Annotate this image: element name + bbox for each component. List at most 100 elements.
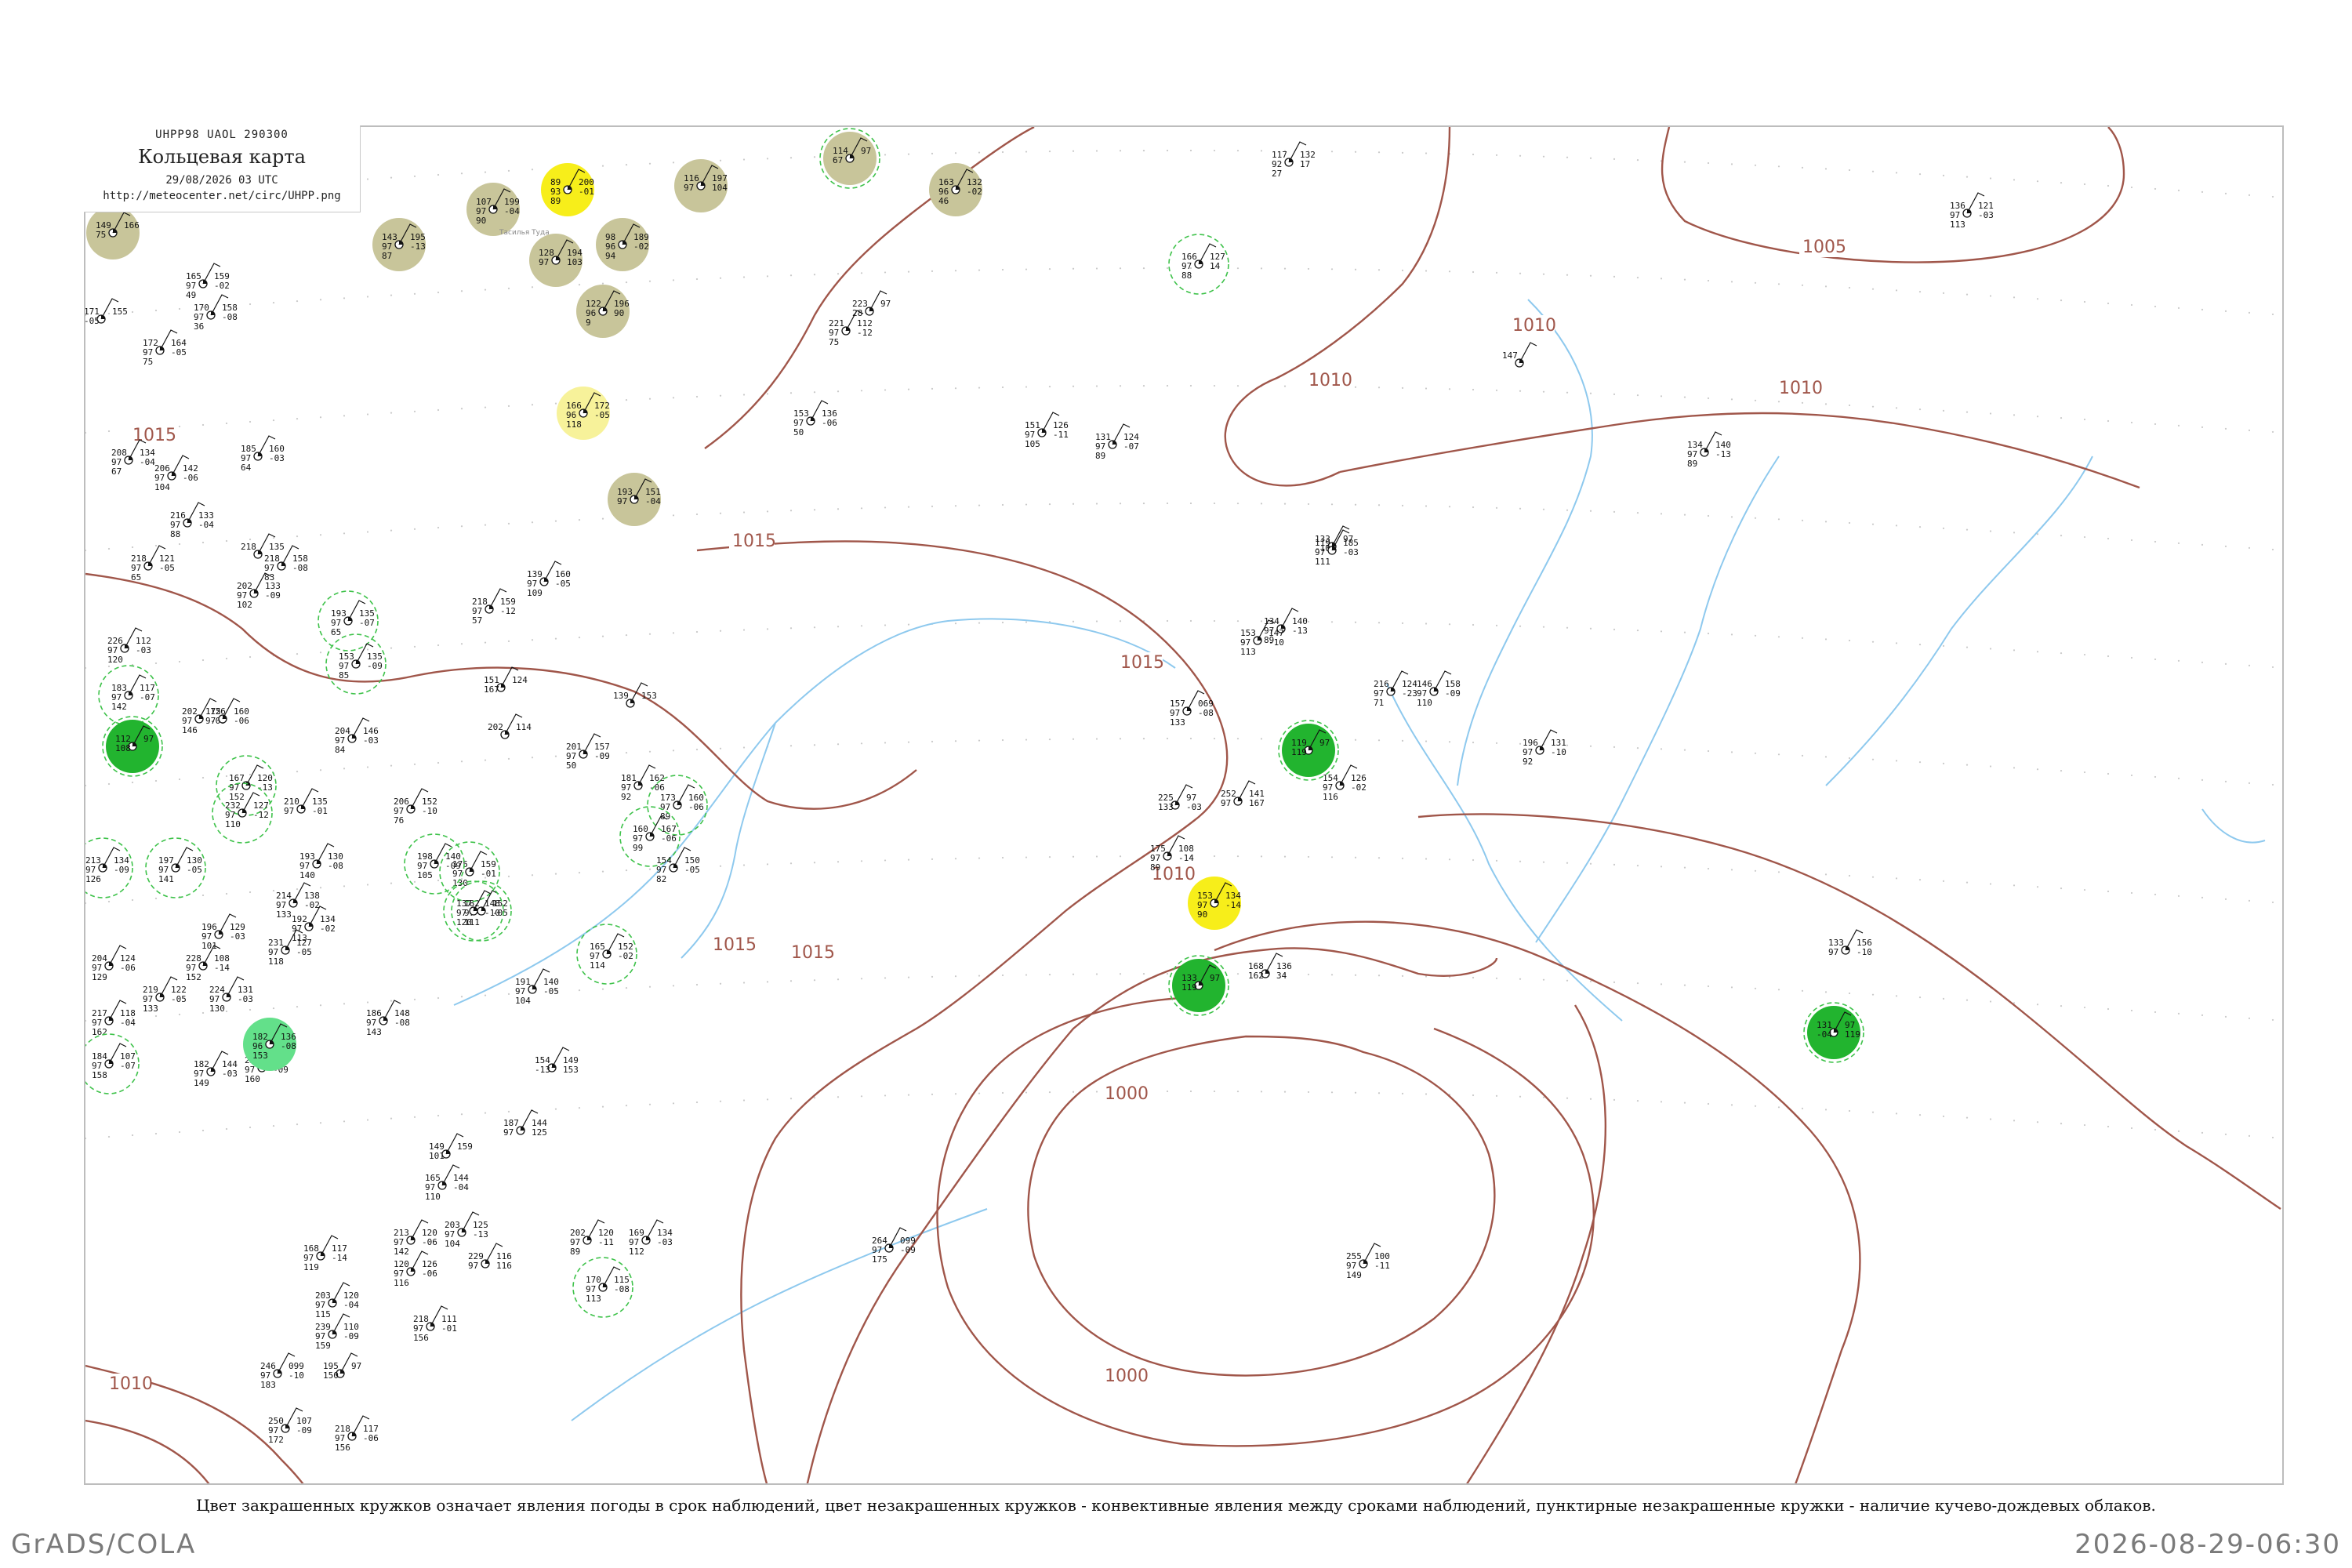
- station-plot[interactable]: 217 11897 -04162: [92, 1000, 136, 1037]
- station-plot[interactable]: 117 13292 1727: [1272, 141, 1316, 179]
- station-plot[interactable]: 226 11297 -03120: [107, 627, 151, 665]
- station-plot[interactable]: 182 13696 -08153: [243, 1018, 296, 1071]
- station-plot[interactable]: 171155-05: [85, 298, 128, 326]
- station-plot[interactable]: 169 13497 -03112: [629, 1219, 673, 1257]
- station-plot[interactable]: 193 15197 -04: [608, 473, 661, 526]
- station-plot[interactable]: 193 13597 -0765: [318, 590, 379, 652]
- station-plot[interactable]: 89 20093 -0189: [541, 163, 594, 216]
- station-plot[interactable]: 151 12697 -11105: [1025, 412, 1069, 449]
- map-url[interactable]: http://meteocenter.net/circ/UHPP.png: [84, 190, 360, 202]
- station-plot[interactable]: 206 14297 -06104: [154, 455, 198, 492]
- graticule-dot: [1330, 268, 1334, 270]
- station-plot[interactable]: 228 10897 -14152: [186, 945, 230, 982]
- station-plot[interactable]: 143 19597 -1387: [372, 218, 426, 271]
- station-plot[interactable]: 122 19696 909: [576, 285, 630, 338]
- station-plot[interactable]: 203 12597 -13104: [445, 1211, 488, 1249]
- station-plot[interactable]: 264 09997 -09175: [872, 1227, 916, 1265]
- station-plot[interactable]: 133 97119: [1168, 955, 1229, 1016]
- station-plot[interactable]: 139 16097 -05109: [527, 561, 571, 598]
- station-plot[interactable]: 154 15097 -0582: [656, 847, 700, 884]
- station-plot[interactable]: 218 11197 -01156: [413, 1305, 457, 1343]
- station-plot[interactable]: 203 12097 -04115: [315, 1282, 359, 1319]
- station-plot[interactable]: 146 15897 -09110: [1417, 670, 1461, 708]
- station-plot[interactable]: 250 10797 -09172: [268, 1407, 312, 1445]
- station-plot[interactable]: 255 10097 -11149: [1346, 1243, 1390, 1280]
- station-plot[interactable]: 151 124167: [484, 666, 528, 695]
- station-plot[interactable]: 114 9767: [819, 128, 880, 189]
- station-plot[interactable]: 170 11597 -08113: [572, 1257, 633, 1318]
- station-plot[interactable]: 252 14197 167: [1221, 780, 1265, 808]
- station-plot[interactable]: 195 97150: [323, 1352, 361, 1381]
- station-plot[interactable]: 165 15997 -0249: [186, 263, 230, 300]
- station-plot[interactable]: 206 15297 -1076: [394, 788, 437, 826]
- station-plot[interactable]: 239 11097 -09159: [315, 1313, 359, 1351]
- station-plot[interactable]: 131 97-04 119: [1803, 1002, 1864, 1063]
- station-plot[interactable]: 186 14897 -08143: [366, 1000, 410, 1037]
- station-plot[interactable]: 147: [1502, 342, 1537, 368]
- station-plot[interactable]: 182 14497 -03149: [194, 1051, 238, 1088]
- station-plot[interactable]: 229 11697 116: [468, 1243, 512, 1271]
- graticule-dot: [1918, 408, 1922, 411]
- graticule-dot: [695, 1101, 699, 1104]
- station-plot[interactable]: 116 19797 104: [674, 159, 728, 212]
- station-plot[interactable]: 134 14097 -1389: [1687, 431, 1731, 469]
- station-plot[interactable]: 218 11797 -06156: [335, 1415, 379, 1453]
- graticule-dot: [484, 641, 487, 644]
- station-plot[interactable]: 168 136162 34: [1248, 953, 1292, 981]
- station-plot[interactable]: 166 12797 1488: [1168, 234, 1229, 295]
- station-plot[interactable]: 107 19997 -0490Тасилья Туда: [466, 183, 550, 237]
- station-plot[interactable]: 153 13697 -0650: [793, 400, 837, 437]
- station-plot[interactable]: 168 11797 -14119: [303, 1235, 347, 1272]
- station-plot[interactable]: 119 97119: [1278, 720, 1339, 781]
- station-plot[interactable]: 157 06997 -08133: [1170, 690, 1214, 728]
- station-plot[interactable]: 204 12497 -06129: [92, 945, 136, 982]
- station-plot[interactable]: 224 13197 -03130: [209, 976, 253, 1014]
- station-plot[interactable]: 208 13497 -0467: [111, 439, 155, 477]
- station-plot[interactable]: 196 12997 -03101: [201, 913, 245, 951]
- station-plot[interactable]: 165 14497 -04110: [425, 1164, 469, 1202]
- station-plot[interactable]: 187 14497 125: [503, 1109, 547, 1138]
- station-plot[interactable]: 163 13296 -0246: [929, 163, 982, 216]
- station-plot[interactable]: 153 13497 -1490: [1188, 877, 1241, 930]
- station-plot[interactable]: 197 13097 -05141: [145, 837, 206, 898]
- station-plot[interactable]: 201 15797 -0950: [566, 733, 610, 771]
- station-plot[interactable]: 166 17296 -05118: [557, 387, 610, 440]
- station-plot[interactable]: 175 16097 -06: [205, 698, 249, 726]
- station-plot[interactable]: 218 15997 -1257: [472, 588, 516, 626]
- station-plot[interactable]: 218 12197 -0565: [131, 545, 175, 583]
- station-plot[interactable]: 204 14697 -0384: [335, 717, 379, 755]
- station-plot[interactable]: 184 10797 -07158: [85, 1033, 140, 1094]
- station-plot[interactable]: 225 97133 -03: [1158, 784, 1202, 812]
- station-plot[interactable]: 172 16497 -0575: [143, 329, 187, 367]
- station-plot[interactable]: 191 14097 -05104: [515, 968, 559, 1006]
- station-plot[interactable]: 153 13597 -0985: [325, 633, 387, 695]
- station-plot[interactable]: 223 9728: [852, 290, 891, 318]
- station-plot[interactable]: 213 13497 -09126: [85, 837, 133, 898]
- graticule-dot: [272, 889, 275, 892]
- station-plot[interactable]: 112 97108: [102, 716, 163, 777]
- station-plot[interactable]: 170 15897 -0836: [194, 294, 238, 332]
- station-plot[interactable]: 154 12697 -02116: [1323, 764, 1367, 802]
- station-plot[interactable]: 196 13197 -1092: [1523, 729, 1566, 767]
- station-plot[interactable]: 181 16297 -0692: [621, 764, 665, 802]
- station-plot[interactable]: 137 14897 -10120: [443, 880, 504, 942]
- station-plot[interactable]: 185 16097 -0364: [241, 435, 285, 473]
- station-plot[interactable]: 202 12097 -1189: [570, 1219, 614, 1257]
- station-plot[interactable]: 98 18996 -0294: [596, 218, 649, 271]
- station-plot[interactable]: 219 12297 -05133: [143, 976, 187, 1014]
- station-plot[interactable]: 213 12097 -06142: [394, 1219, 437, 1257]
- station-plot[interactable]: 131 12497 -0789: [1095, 423, 1139, 461]
- station-plot[interactable]: 154 149-13 153: [535, 1047, 579, 1075]
- station-plot[interactable]: 210 13597 -01: [284, 788, 328, 816]
- station-plot[interactable]: 216 13397 -0488: [170, 502, 214, 539]
- station-plot[interactable]: 246 09997 -10183: [260, 1352, 304, 1390]
- station-plot[interactable]: 202 114: [488, 713, 532, 739]
- station-plot[interactable]: 221 11297 -1275: [829, 310, 873, 347]
- station-plot[interactable]: 193 13097 -08140: [299, 843, 343, 880]
- station-plot[interactable]: 149 16675: [86, 206, 140, 260]
- station-plot[interactable]: 128 19497 103: [529, 234, 583, 287]
- station-plot[interactable]: 136 12197 -03113: [1950, 192, 1994, 230]
- station-plot[interactable]: 120 12697 -06116: [394, 1250, 437, 1288]
- station-plot[interactable]: 149 159101: [429, 1133, 473, 1161]
- station-plot[interactable]: 133 15697 -10: [1828, 929, 1872, 957]
